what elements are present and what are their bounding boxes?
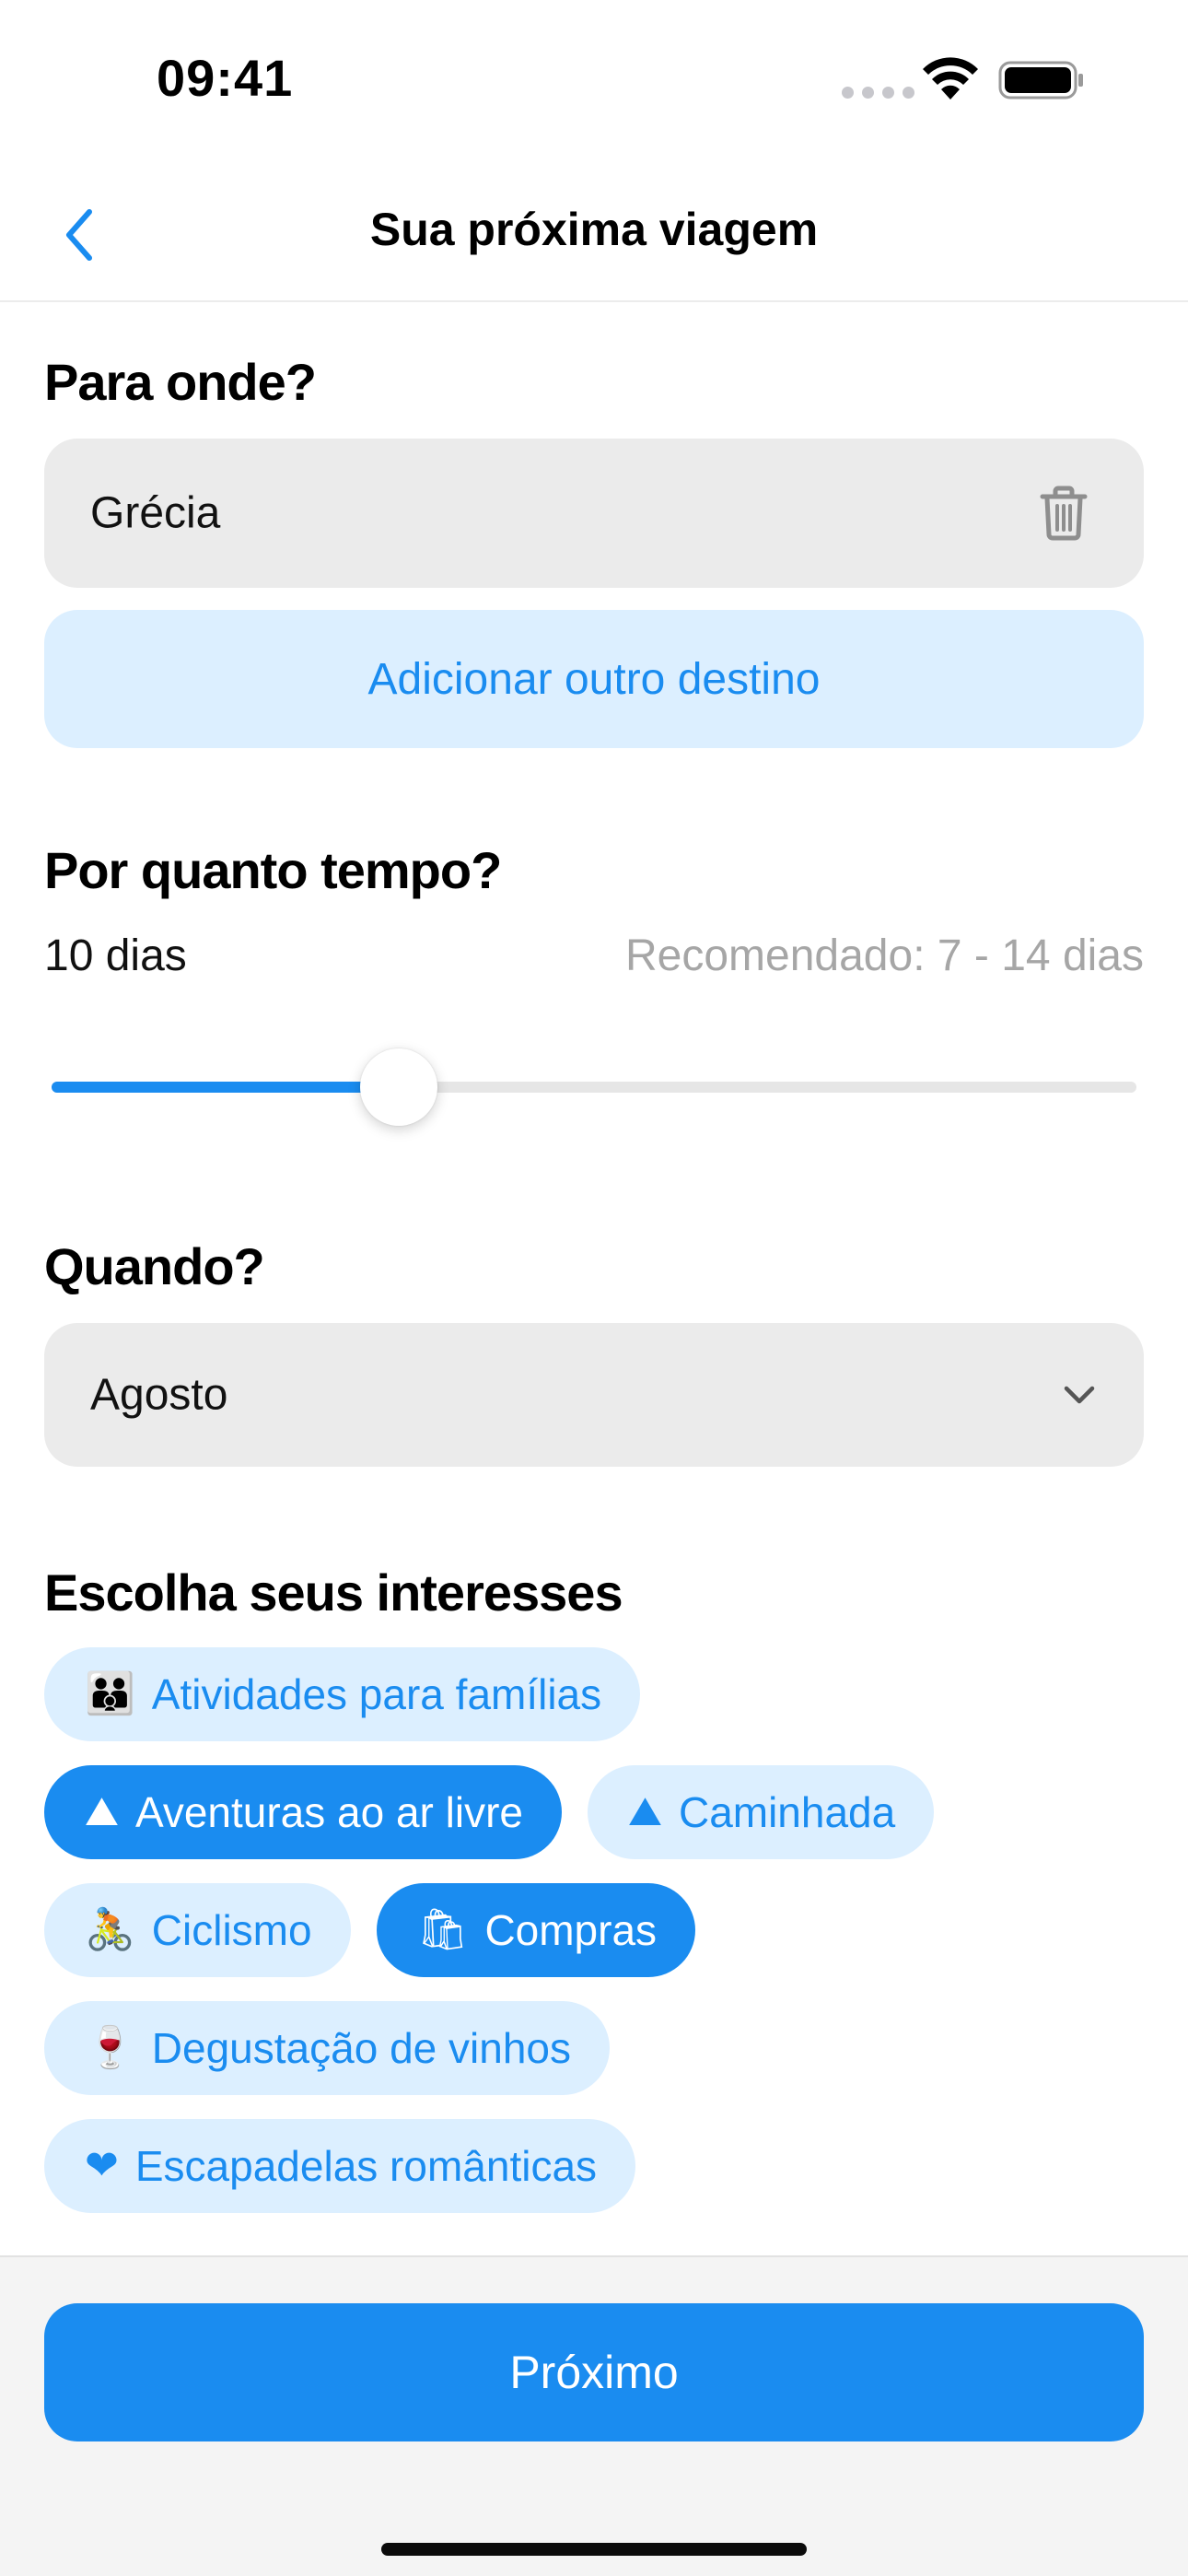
- interest-chip[interactable]: ⛰ Aventuras ao ar livre: [44, 1765, 562, 1859]
- interests-section-title: Escolha seus interesses: [44, 1563, 623, 1622]
- next-button[interactable]: Próximo: [44, 2303, 1144, 2441]
- duration-section-title: Por quanto tempo?: [44, 841, 502, 899]
- navigation-bar: Sua próxima viagem: [0, 157, 1188, 302]
- interest-label: Compras: [484, 1906, 658, 1954]
- page-title: Sua próxima viagem: [369, 204, 819, 255]
- when-section-title: Quando?: [44, 1237, 265, 1295]
- slider-fill: [52, 1082, 399, 1093]
- status-time: 09:41: [157, 49, 294, 107]
- month-select[interactable]: Agosto: [44, 1323, 1144, 1467]
- slider-thumb[interactable]: [359, 1048, 437, 1126]
- duration-value: 10 dias: [44, 931, 187, 980]
- home-indicator: [381, 2543, 807, 2556]
- interest-label: Escapadelas românticas: [134, 2142, 598, 2190]
- interest-chip[interactable]: ⛰ Caminhada: [588, 1765, 935, 1859]
- chip-row: 🚴 Ciclismo 🛍 Compras: [44, 1883, 1144, 1977]
- interest-icon: ⛰: [628, 1788, 662, 1835]
- duration-row: 10 dias Recomendado: 7 - 14 dias: [44, 931, 1144, 981]
- duration-recommendation: Recomendado: 7 - 14 dias: [624, 931, 1144, 980]
- destination-value: Grécia: [90, 488, 221, 538]
- chevron-down-icon: [1064, 1386, 1095, 1404]
- duration-slider[interactable]: [52, 1048, 1136, 1126]
- battery-icon: [998, 61, 1083, 100]
- destination-field[interactable]: Grécia: [44, 439, 1144, 588]
- interest-label: Degustação de vinhos: [151, 2024, 571, 2072]
- interest-label: Caminhada: [678, 1788, 896, 1836]
- chip-row: ❤ Escapadelas românticas: [44, 2119, 1144, 2213]
- chip-row: 👪 Atividades para famílias: [44, 1647, 1144, 1741]
- interest-chip[interactable]: 👪 Atividades para famílias: [44, 1647, 641, 1741]
- cellular-signal-icon: [842, 87, 914, 99]
- interest-label: Aventuras ao ar livre: [134, 1788, 523, 1836]
- chip-row: 🍷 Degustação de vinhos: [44, 2001, 1144, 2095]
- interest-chip[interactable]: 🍷 Degustação de vinhos: [44, 2001, 610, 2095]
- interest-icon: 🛍: [416, 1906, 469, 1953]
- trash-icon[interactable]: [1039, 486, 1089, 541]
- interest-chips: 👪 Atividades para famílias ⛰ Aventuras ao a…: [44, 1647, 1144, 2237]
- interest-icon: ❤: [85, 2142, 119, 2189]
- interest-icon: 🚴: [85, 1906, 135, 1953]
- bottom-panel: Próximo: [0, 2255, 1188, 2576]
- status-bar: 09:41: [0, 0, 1188, 157]
- interest-chip[interactable]: ❤ Escapadelas românticas: [44, 2119, 636, 2213]
- interest-icon: ⛰: [85, 1788, 119, 1835]
- add-destination-button[interactable]: Adicionar outro destino: [44, 610, 1144, 748]
- screen: 09:41 Sua próxima viagem Para onde? Gréc…: [0, 0, 1188, 2576]
- interest-icon: 👪: [85, 1670, 135, 1717]
- destination-section-title: Para onde?: [44, 353, 317, 411]
- wifi-icon: [923, 57, 978, 100]
- month-select-value: Agosto: [90, 1370, 228, 1420]
- chip-row: ⛰ Aventuras ao ar livre ⛰ Caminhada: [44, 1765, 1144, 1859]
- interest-label: Atividades para famílias: [151, 1670, 602, 1718]
- interest-chip[interactable]: 🚴 Ciclismo: [44, 1883, 351, 1977]
- interest-label: Ciclismo: [151, 1906, 312, 1954]
- interest-chip[interactable]: 🛍 Compras: [376, 1883, 696, 1977]
- interest-icon: 🍷: [85, 2024, 135, 2071]
